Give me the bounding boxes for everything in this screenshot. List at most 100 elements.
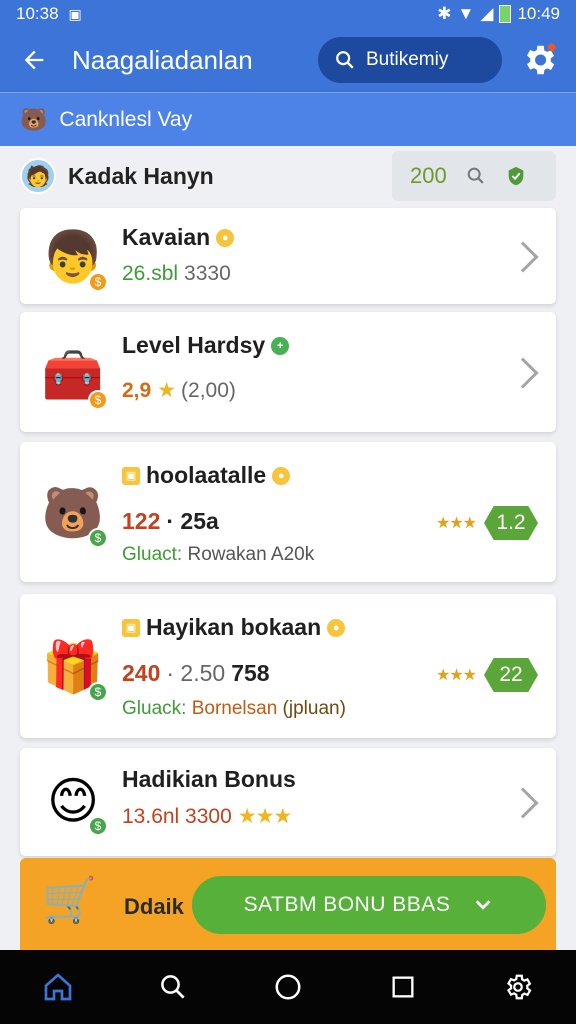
item-subtitle-row: 2,9 ★ (2,00) — [122, 378, 236, 403]
person-icon: 👦 $ — [38, 222, 108, 292]
item-subtitle: 13.6nl 3300 — [122, 804, 232, 828]
item-title-row: ▣ hoolaatalle ● — [122, 462, 291, 489]
shield-icon — [508, 166, 524, 186]
coin-icon: ● — [216, 228, 235, 247]
search-icon — [160, 975, 185, 999]
gift-box-icon: 🎁 $ — [38, 632, 108, 702]
item-title: Hayikan bokaan — [146, 614, 322, 640]
bonus-button[interactable]: SATBM BONU BBAS — [192, 876, 546, 934]
search-icon — [467, 167, 484, 184]
chevron-right-icon — [507, 357, 539, 389]
nav-search[interactable] — [149, 963, 197, 1011]
star-icon: ★★★ — [237, 805, 292, 828]
gear-icon — [526, 43, 556, 75]
item-subtitle-row: 13.6nl 3300 ★★★ — [122, 804, 292, 829]
star-icon: ★★★ — [435, 515, 477, 532]
nav-square[interactable] — [379, 963, 427, 1011]
item-detail-row: Gluact: Rowakan A20k — [122, 544, 314, 566]
item-detail-extra: (jpluan) — [282, 698, 346, 719]
plus-icon: + — [271, 336, 290, 355]
item-value-a: 240 — [122, 660, 161, 686]
promo-banner: 🛒 Ddaik SATBM BONU BBAS — [20, 858, 556, 954]
level-icon: ▣ — [122, 618, 140, 637]
item-value-b: · 25a — [166, 508, 219, 534]
chevron-right-icon — [507, 241, 539, 273]
circle-icon — [275, 974, 301, 1000]
list-item[interactable]: 🧰 $ Level Hardsy + 2,9 ★ (2,00) — [20, 312, 556, 432]
item-count: (2,00) — [181, 378, 236, 402]
app-bar: Naagaliadanlan Butikemiy — [0, 28, 576, 92]
points-box[interactable]: 200 — [392, 151, 556, 201]
back-button[interactable] — [14, 40, 54, 80]
category-bar[interactable]: 🐻 Canknlesl Vay — [0, 92, 576, 146]
item-subtitle-row: 26.sbl 3330 — [122, 262, 231, 286]
rank-badge: ★★★ 22 — [436, 658, 538, 692]
search-button[interactable]: Butikemiy — [318, 37, 502, 83]
page-title: Naagaliadanlan — [72, 44, 253, 75]
coin-icon: ● — [327, 618, 346, 637]
avatar[interactable]: 🧑 — [20, 158, 56, 194]
item-title: Level Hardsy — [122, 332, 266, 358]
user-name: Kadak Hanyn — [68, 162, 214, 189]
item-detail-label: Gluack: — [122, 698, 187, 719]
coin-icon: ● — [272, 466, 291, 485]
mascot-icon: 🐻 — [20, 106, 48, 132]
list-item[interactable]: 😊 $ Hadikian Bonus 13.6nl 3300 ★★★ — [20, 748, 556, 856]
item-title: Kavaian — [122, 224, 211, 250]
coin-badge-icon: $ — [88, 816, 108, 836]
item-values-row: 122 · 25a — [122, 508, 219, 535]
promo-label: Ddaik — [124, 894, 184, 919]
coin-badge-icon: $ — [88, 528, 108, 548]
item-detail-label: Gluact: — [122, 544, 183, 565]
list-item[interactable]: 🎁 $ ▣ Hayikan bokaan ● 240 · 2.50 758 Glu… — [20, 594, 556, 738]
bear-icon: 🐻 $ — [38, 478, 108, 548]
battery-icon — [499, 5, 512, 23]
item-values-row: 240 · 2.50 758 — [122, 660, 270, 687]
list-item[interactable]: 🐻 $ ▣ hoolaatalle ● 122 · 25a Gluact: Row… — [20, 442, 556, 582]
item-title: Hadikian Bonus — [122, 766, 296, 792]
nav-circle[interactable] — [264, 963, 312, 1011]
item-rating: 2,9 — [122, 378, 152, 402]
cart-icon: 🛒 — [42, 876, 97, 925]
status-time: 10:38 — [16, 4, 59, 23]
gear-icon — [507, 974, 532, 1000]
smiley-icon: 😊 $ — [38, 766, 108, 836]
item-detail-row: Gluack: Bornelsan (jpluan) — [122, 698, 346, 720]
list-item[interactable]: 👦 $ Kavaian ● 26.sbl 3330 — [20, 208, 556, 304]
coin-badge-icon: $ — [88, 272, 108, 292]
nav-settings[interactable] — [494, 963, 542, 1011]
item-title-row: Level Hardsy + — [122, 332, 290, 359]
nav-home[interactable] — [34, 963, 82, 1011]
search-label: Butikemiy — [366, 49, 449, 70]
bluetooth-icon: ✱ — [437, 4, 452, 23]
bonus-button-label: SATBM BONU BBAS — [243, 893, 451, 916]
shop-icon: 🧰 $ — [38, 340, 108, 410]
item-value-c: 758 — [231, 660, 270, 686]
level-icon: ▣ — [122, 466, 140, 485]
star-icon: ★★★ — [435, 667, 477, 684]
arrow-left-icon — [24, 50, 44, 70]
search-icon — [336, 51, 354, 69]
star-icon: ★ — [157, 379, 176, 402]
item-value-a: 122 — [122, 508, 161, 534]
wifi-icon: ▼ — [457, 4, 475, 23]
item-title: hoolaatalle — [146, 462, 267, 488]
category-label: Canknlesl Vay — [59, 107, 193, 131]
item-detail: Bornelsan — [191, 698, 278, 719]
notification-icon: ▣ — [68, 5, 82, 22]
signal-icon: ◢ — [480, 4, 494, 23]
item-count: 3330 — [184, 262, 231, 285]
coin-badge-icon: $ — [88, 390, 108, 410]
item-title-row: Kavaian ● — [122, 224, 235, 251]
rank-value: 22 — [484, 658, 538, 692]
item-value-b: · 2.50 — [166, 660, 226, 686]
square-icon — [392, 976, 414, 998]
bottom-nav — [0, 950, 576, 1024]
item-detail: Rowakan A20k — [187, 544, 315, 565]
chevron-right-icon — [507, 787, 539, 819]
rank-badge: ★★★ 1.2 — [436, 506, 538, 540]
settings-button[interactable] — [516, 37, 562, 83]
status-bar: 10:38 ▣ ✱ ▼ ◢ 10:49 — [0, 0, 576, 28]
coin-badge-icon: $ — [88, 682, 108, 702]
status-clock: 10:49 — [517, 4, 560, 23]
